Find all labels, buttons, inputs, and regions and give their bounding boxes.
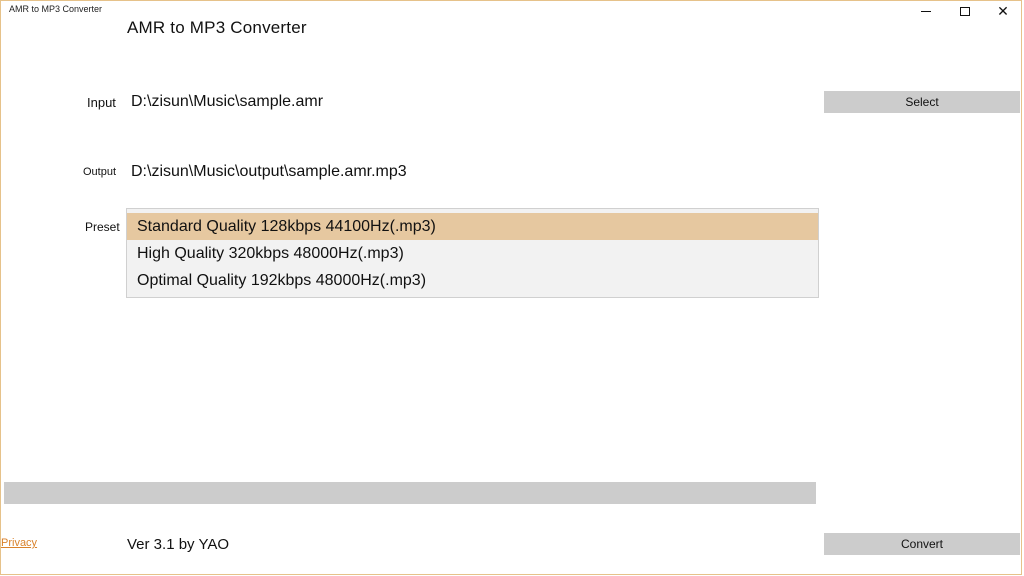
input-label: Input [87, 95, 116, 110]
input-path: D:\zisun\Music\sample.amr [131, 93, 324, 110]
progress-bar [4, 482, 816, 504]
preset-label: Preset [85, 220, 120, 234]
minimize-icon [921, 10, 931, 12]
output-path: D:\zisun\Music\output\sample.amr.mp3 [131, 163, 407, 180]
maximize-icon [960, 6, 970, 16]
preset-dropdown-list[interactable]: Standard Quality 128kbps 44100Hz(.mp3) H… [126, 208, 819, 298]
minimize-button[interactable] [906, 1, 946, 21]
window-title: AMR to MP3 Converter [9, 4, 103, 14]
output-label: Output [83, 166, 117, 178]
preset-option-optimal[interactable]: Optimal Quality 192kbps 48000Hz(.mp3) [127, 267, 818, 294]
version-text: Ver 3.1 by YAO [127, 536, 230, 553]
preset-option-high[interactable]: High Quality 320kbps 48000Hz(.mp3) [127, 240, 818, 267]
select-button[interactable]: Select [824, 91, 1020, 113]
privacy-link[interactable]: Privacy [1, 537, 37, 549]
preset-option-standard[interactable]: Standard Quality 128kbps 44100Hz(.mp3) [127, 213, 818, 240]
app-window: AMR to MP3 Converter ✕ AMR to MP3 Conver… [0, 0, 1022, 575]
close-icon: ✕ [997, 3, 1009, 19]
close-button[interactable]: ✕ [983, 1, 1023, 21]
maximize-button[interactable] [945, 1, 985, 21]
app-heading: AMR to MP3 Converter [127, 18, 307, 37]
convert-button[interactable]: Convert [824, 533, 1020, 555]
